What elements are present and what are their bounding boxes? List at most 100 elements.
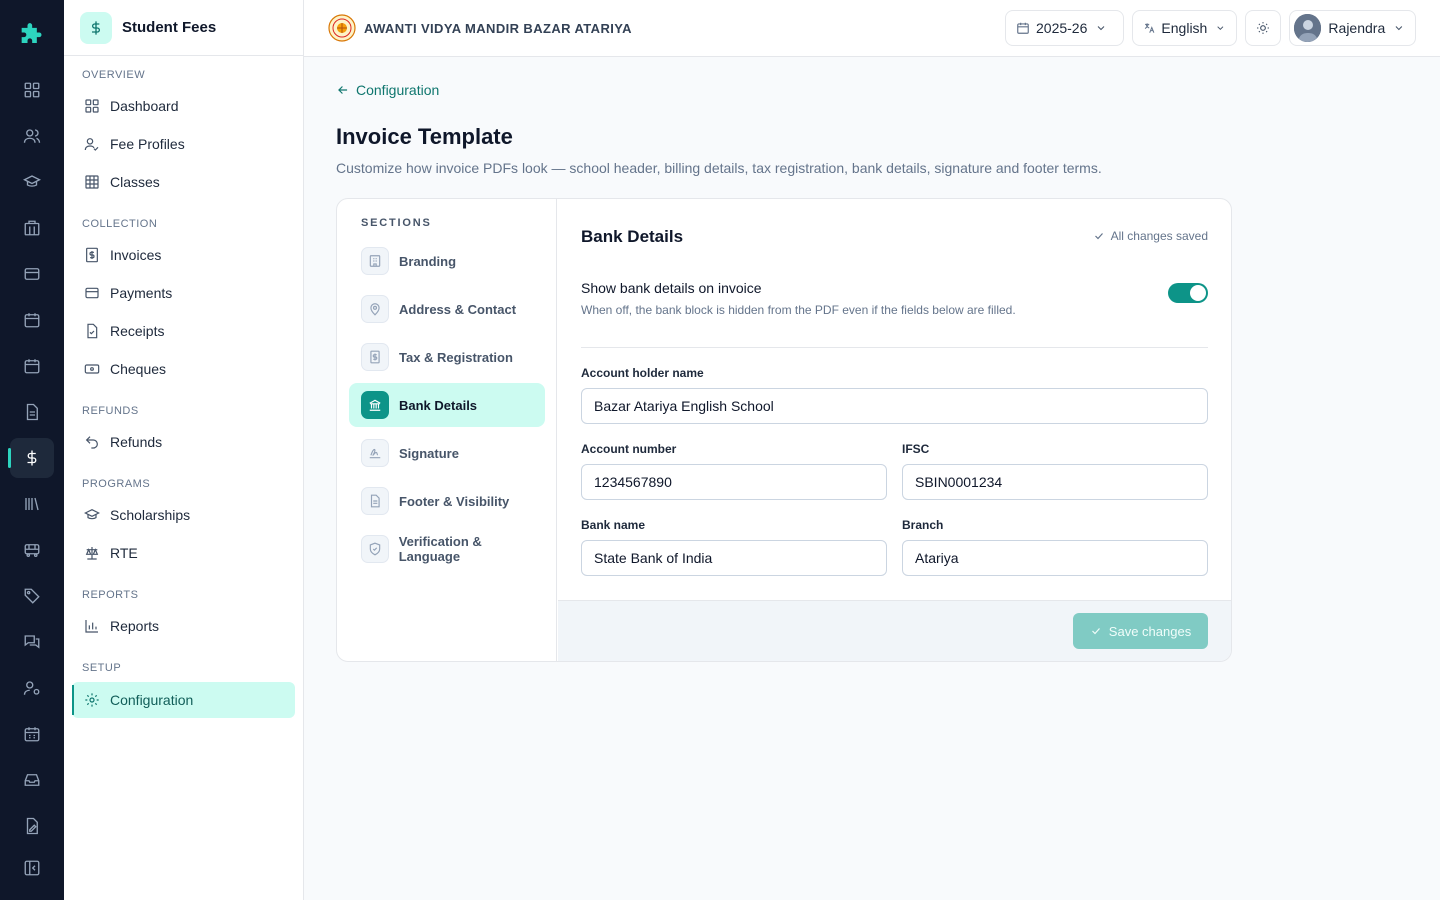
ifsc-field[interactable] (902, 464, 1208, 500)
arrow-left-icon (338, 86, 348, 94)
save-status-text: All changes saved (1110, 229, 1208, 243)
module-sidebar: Student Fees OVERVIEW Dashboard Fee Prof… (64, 0, 304, 900)
document-icon[interactable] (10, 392, 54, 432)
account-number-label: Account number (581, 442, 677, 456)
chevron-down-icon (1395, 26, 1403, 31)
sidebar-item-label: Cheques (110, 361, 167, 377)
section-label: Tax & Registration (399, 349, 513, 365)
sections-label: SECTIONS (361, 217, 432, 229)
sidebar-item-payments[interactable]: Payments (72, 275, 295, 311)
receipt-icon (361, 343, 389, 371)
bank-name-field[interactable] (581, 540, 887, 576)
section-bank-details[interactable]: Bank Details (349, 383, 545, 427)
section-footer-visibility[interactable]: Footer & Visibility (349, 479, 545, 523)
users-icon[interactable] (10, 116, 54, 156)
bus-icon[interactable] (10, 530, 54, 570)
sidebar-item-label: Refunds (110, 434, 163, 450)
card-icon[interactable] (10, 254, 54, 294)
calendar-icon[interactable] (10, 300, 54, 340)
graduation-cap-icon[interactable] (10, 162, 54, 202)
sidebar-item-refunds[interactable]: Refunds (72, 424, 295, 460)
section-label: Signature (399, 445, 459, 461)
bar-chart-icon (85, 620, 98, 633)
sidebar-item-invoices[interactable]: Invoices (72, 237, 295, 273)
save-changes-label: Save changes (1108, 623, 1192, 639)
page-title: Invoice Template (336, 124, 513, 149)
sidebar-item-scholarships[interactable]: Scholarships (72, 497, 295, 533)
academic-year-value: 2025-26 (1036, 20, 1088, 36)
section-signature[interactable]: Signature (349, 431, 545, 475)
section-address-contact[interactable]: Address & Contact (349, 287, 545, 331)
bank-name-label: Bank name (581, 518, 646, 532)
account-holder-label: Account holder name (581, 366, 704, 380)
section-tax-registration[interactable]: Tax & Registration (349, 335, 545, 379)
calendar-icon (1017, 22, 1029, 34)
toggle-help: When off, the bank block is hidden from … (581, 303, 1016, 317)
sidebar-item-cheques[interactable]: Cheques (72, 351, 295, 387)
sun-icon (1257, 22, 1269, 34)
chat-icon[interactable] (10, 622, 54, 662)
dollar-icon[interactable] (8, 438, 54, 478)
sidebar-item-label: Dashboard (110, 98, 179, 114)
grid-icon[interactable] (10, 70, 54, 110)
check-icon (1094, 233, 1103, 240)
scale-icon (85, 547, 99, 560)
divider (581, 347, 1208, 348)
inbox-icon[interactable] (10, 760, 54, 800)
calendar-grid-icon[interactable] (10, 714, 54, 754)
section-label: Bank Details (399, 397, 478, 413)
sidebar-item-configuration[interactable]: Configuration (72, 682, 295, 718)
calendar-alt-icon[interactable] (10, 346, 54, 386)
chevron-down-icon (1217, 26, 1224, 31)
graduation-cap-icon (84, 508, 100, 520)
sidebar-item-label: Classes (110, 174, 160, 190)
school-emblem-icon (328, 14, 356, 42)
section-verification-language[interactable]: Verification & Language (349, 527, 545, 571)
section-label-programs: PROGRAMS (82, 478, 151, 490)
sidebar-item-reports[interactable]: Reports (72, 608, 295, 644)
chevron-down-icon (1098, 26, 1105, 31)
account-holder-field[interactable] (581, 388, 1208, 424)
map-pin-icon (361, 295, 389, 323)
back-link[interactable]: Configuration (336, 82, 439, 98)
shield-check-icon (361, 535, 389, 563)
branch-field[interactable] (902, 540, 1208, 576)
panel-collapse-icon[interactable] (10, 848, 54, 888)
building-icon[interactable] (10, 208, 54, 248)
user-cog-icon[interactable] (10, 668, 54, 708)
file-edit-icon[interactable] (10, 806, 54, 846)
receipt-check-icon (87, 323, 98, 339)
card-icon (85, 287, 99, 299)
sidebar-item-label: Payments (110, 285, 173, 301)
sidebar-item-rte[interactable]: RTE (72, 535, 295, 571)
grid-icon (85, 99, 99, 113)
section-label: Verification & Language (398, 534, 482, 564)
academic-year-select[interactable]: 2025-26 (1005, 10, 1124, 46)
user-check-icon (84, 138, 99, 151)
section-branding[interactable]: Branding (349, 239, 545, 283)
puzzle-logo-icon[interactable] (17, 22, 45, 50)
school-name: AWANTI VIDYA MANDIR BAZAR ATARIYA (364, 20, 632, 36)
sidebar-item-label: Configuration (110, 692, 194, 708)
table-icon (85, 175, 99, 189)
account-number-field[interactable] (581, 464, 887, 500)
check-icon (1091, 628, 1100, 635)
show-bank-details-toggle[interactable] (1168, 283, 1208, 303)
save-changes-button[interactable]: Save changes (1073, 613, 1208, 649)
back-link-label: Configuration (356, 82, 440, 98)
library-icon[interactable] (10, 484, 54, 524)
ifsc-label: IFSC (902, 442, 930, 456)
cheque-icon (84, 364, 100, 374)
sections-nav: SECTIONS Branding Address & Contact Tax … (337, 199, 557, 661)
file-text-icon (361, 487, 389, 515)
language-select[interactable]: English (1132, 10, 1237, 46)
tag-icon[interactable] (10, 576, 54, 616)
sidebar-item-dashboard[interactable]: Dashboard (72, 88, 295, 124)
user-menu-button[interactable]: Rajendra (1289, 10, 1416, 46)
sidebar-item-fee-profiles[interactable]: Fee Profiles (72, 126, 295, 162)
theme-toggle-button[interactable] (1245, 10, 1281, 46)
sidebar-item-receipts[interactable]: Receipts (72, 313, 295, 349)
user-name: Rajendra (1328, 20, 1386, 36)
sidebar-item-classes[interactable]: Classes (72, 164, 295, 200)
sidebar-item-label: RTE (110, 545, 138, 561)
